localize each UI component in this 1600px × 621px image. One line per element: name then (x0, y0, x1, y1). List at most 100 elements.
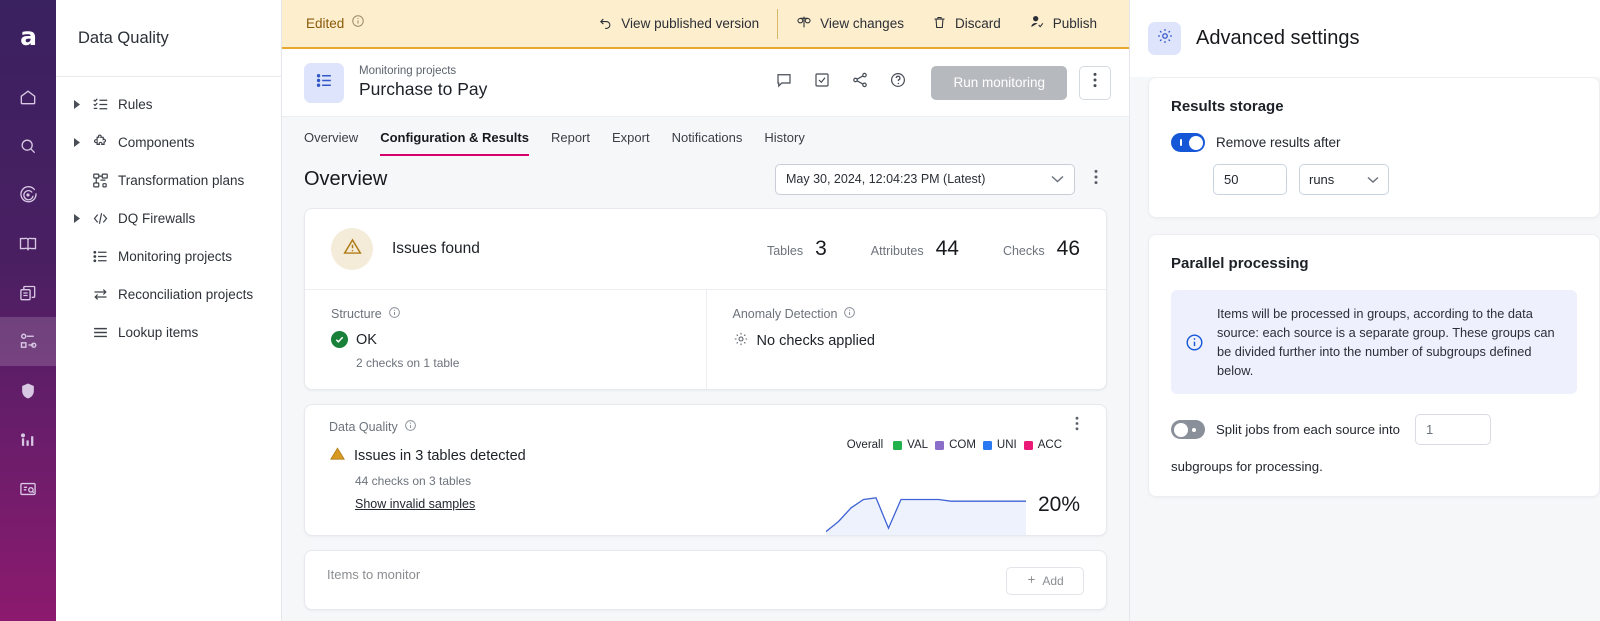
run-select[interactable]: May 30, 2024, 12:04:23 PM (Latest) (775, 163, 1075, 195)
sidebar-item-label: Monitoring projects (118, 248, 233, 264)
retention-amount-input[interactable]: 50 (1213, 164, 1287, 195)
anomaly-state-row: No checks applied (733, 331, 1081, 351)
advanced-settings-panel: Advanced settings Results storage Remove… (1130, 0, 1600, 621)
tasks-button[interactable] (805, 66, 839, 100)
kebab-icon (1075, 416, 1079, 436)
gear-icon (1156, 27, 1174, 50)
transformation-plans-icon (86, 172, 114, 189)
lookup-items-icon (86, 324, 114, 341)
undo-icon (598, 15, 613, 33)
legend-label: VAL (907, 439, 929, 451)
remove-results-toggle[interactable] (1171, 133, 1205, 152)
sidebar-item-lookup-items[interactable]: Lookup items (56, 313, 281, 351)
summary-detail-row: Structure OK 2 checks on 1 table Anomaly… (305, 289, 1106, 389)
rules-icon (86, 96, 114, 113)
rail-item-data-quality[interactable] (0, 317, 56, 366)
data-quality-left: Data Quality Issues in 3 tables detected… (329, 419, 526, 513)
rail-item-home[interactable] (0, 72, 56, 121)
data-quality-label: Data Quality (329, 420, 398, 434)
tab-overview[interactable]: Overview (304, 130, 358, 156)
info-icon[interactable] (404, 419, 417, 435)
sidebar-item-label: DQ Firewalls (118, 210, 196, 226)
retention-fields: 50 runs (1213, 164, 1577, 195)
discard-button[interactable]: Discard (918, 7, 1015, 41)
shield-icon (18, 381, 38, 401)
help-icon (889, 71, 907, 94)
legend-label: UNI (996, 439, 1017, 451)
data-quality-percent: 20% (1037, 493, 1080, 516)
structure-state: OK (356, 331, 377, 348)
legend-item-val[interactable]: VAL (893, 439, 928, 451)
show-invalid-samples-link[interactable]: Show invalid samples (355, 497, 475, 511)
retention-unit-select[interactable]: runs (1299, 164, 1389, 195)
info-icon[interactable] (843, 306, 856, 322)
advanced-settings-title: Advanced settings (1196, 27, 1360, 49)
sidebar-title: Data Quality (56, 0, 281, 77)
code-icon (86, 210, 114, 227)
split-jobs-input[interactable]: 1 (1414, 414, 1491, 445)
rail-item-target[interactable] (0, 170, 56, 219)
view-changes-button[interactable]: View changes (782, 7, 918, 41)
publish-label: Publish (1052, 16, 1097, 31)
structure-panel: Structure OK 2 checks on 1 table (305, 290, 706, 389)
sidebar-item-components[interactable]: Components (56, 123, 281, 161)
data-quality-more-button[interactable] (1066, 415, 1088, 437)
overview-toolbar: Overview May 30, 2024, 12:04:23 PM (Late… (282, 156, 1129, 202)
help-button[interactable] (881, 66, 915, 100)
anomaly-label-row: Anomaly Detection (733, 306, 1081, 322)
monitoring-projects-icon (86, 248, 114, 265)
comment-button[interactable] (767, 66, 801, 100)
data-quality-chart[interactable]: 20% (825, 491, 1080, 535)
header-more-button[interactable] (1079, 65, 1111, 100)
query-icon (18, 479, 38, 499)
rail-item-analytics[interactable] (0, 415, 56, 464)
legend-item-acc[interactable]: ACC (1023, 439, 1062, 451)
sidebar-item-rules[interactable]: Rules (56, 85, 281, 123)
search-icon (18, 136, 38, 156)
chevron-right-icon[interactable] (68, 99, 86, 109)
share-button[interactable] (843, 66, 877, 100)
sidebar-item-dq-firewalls[interactable]: DQ Firewalls (56, 199, 281, 237)
tab-report[interactable]: Report (551, 130, 590, 156)
add-item-button[interactable]: Add (1006, 567, 1084, 595)
app-logo[interactable]: a (0, 0, 56, 72)
rail-item-search[interactable] (0, 121, 56, 170)
sidebar-item-monitoring-projects[interactable]: Monitoring projects (56, 237, 281, 275)
chevron-right-icon[interactable] (68, 137, 86, 147)
legend-item-com[interactable]: COM (935, 439, 976, 451)
structure-label-row: Structure (331, 306, 680, 322)
chevron-right-icon[interactable] (68, 213, 86, 223)
tab-configuration-results[interactable]: Configuration & Results (380, 130, 529, 156)
rail-item-catalog[interactable] (0, 219, 56, 268)
sidebar-item-reconciliation-projects[interactable]: Reconciliation projects (56, 275, 281, 313)
tab-notifications[interactable]: Notifications (672, 130, 743, 156)
legend-item-uni[interactable]: UNI (982, 439, 1017, 451)
overview-more-button[interactable] (1081, 164, 1111, 194)
info-icon[interactable] (388, 306, 401, 322)
toggle-dot (1192, 427, 1196, 432)
split-jobs-toggle[interactable] (1171, 420, 1205, 439)
rail-item-documents[interactable] (0, 268, 56, 317)
book-icon (18, 234, 38, 254)
summary-card: Issues found Tables 3 Attributes 44 Chec… (304, 208, 1107, 390)
items-to-monitor-title: Items to monitor (327, 567, 421, 582)
stat-value: 3 (815, 237, 827, 260)
sidebar-item-transformation-plans[interactable]: Transformation plans (56, 161, 281, 199)
tab-history[interactable]: History (764, 130, 804, 156)
view-published-version-button[interactable]: View published version (584, 7, 773, 41)
advanced-settings-body: Results storage Remove results after 50 … (1130, 77, 1600, 621)
legend-swatch (935, 440, 945, 450)
stat-value: 46 (1056, 237, 1080, 260)
tab-export[interactable]: Export (612, 130, 650, 156)
publish-button[interactable]: Publish (1015, 7, 1111, 41)
app-logo-text: a (20, 21, 37, 51)
summary-top-row: Issues found Tables 3 Attributes 44 Chec… (305, 209, 1106, 289)
app-root: a Data Quality Rules Components Transfor… (0, 0, 1600, 621)
sidebar-item-label: Rules (118, 96, 153, 112)
rail-item-query[interactable] (0, 464, 56, 513)
info-icon[interactable] (351, 14, 365, 33)
split-jobs-tail: subgroups for processing. (1171, 459, 1323, 474)
rail-item-security[interactable] (0, 366, 56, 415)
run-monitoring-button[interactable]: Run monitoring (931, 65, 1067, 100)
primary-nav-rail: a (0, 0, 56, 621)
